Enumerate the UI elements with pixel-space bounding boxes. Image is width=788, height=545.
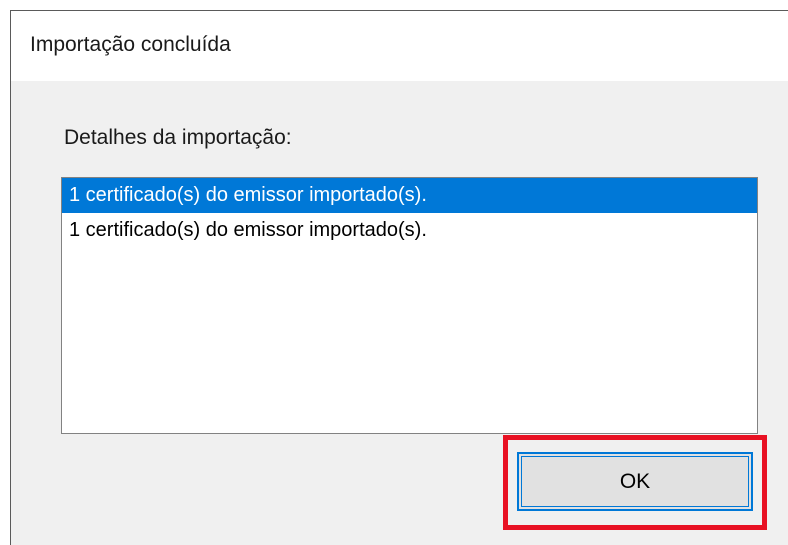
- focus-ring: [521, 456, 749, 507]
- import-details-list[interactable]: 1 certificado(s) do emissor importado(s)…: [61, 177, 758, 434]
- list-item[interactable]: 1 certificado(s) do emissor importado(s)…: [62, 213, 757, 248]
- import-details-label: Detalhes da importação:: [64, 126, 292, 149]
- ok-button[interactable]: OK: [517, 452, 753, 511]
- import-complete-dialog: Importação concluída Detalhes da importa…: [10, 10, 788, 545]
- list-item[interactable]: 1 certificado(s) do emissor importado(s)…: [62, 178, 757, 213]
- dialog-title-bar: Importação concluída: [11, 11, 788, 81]
- dialog-title: Importação concluída: [30, 33, 231, 56]
